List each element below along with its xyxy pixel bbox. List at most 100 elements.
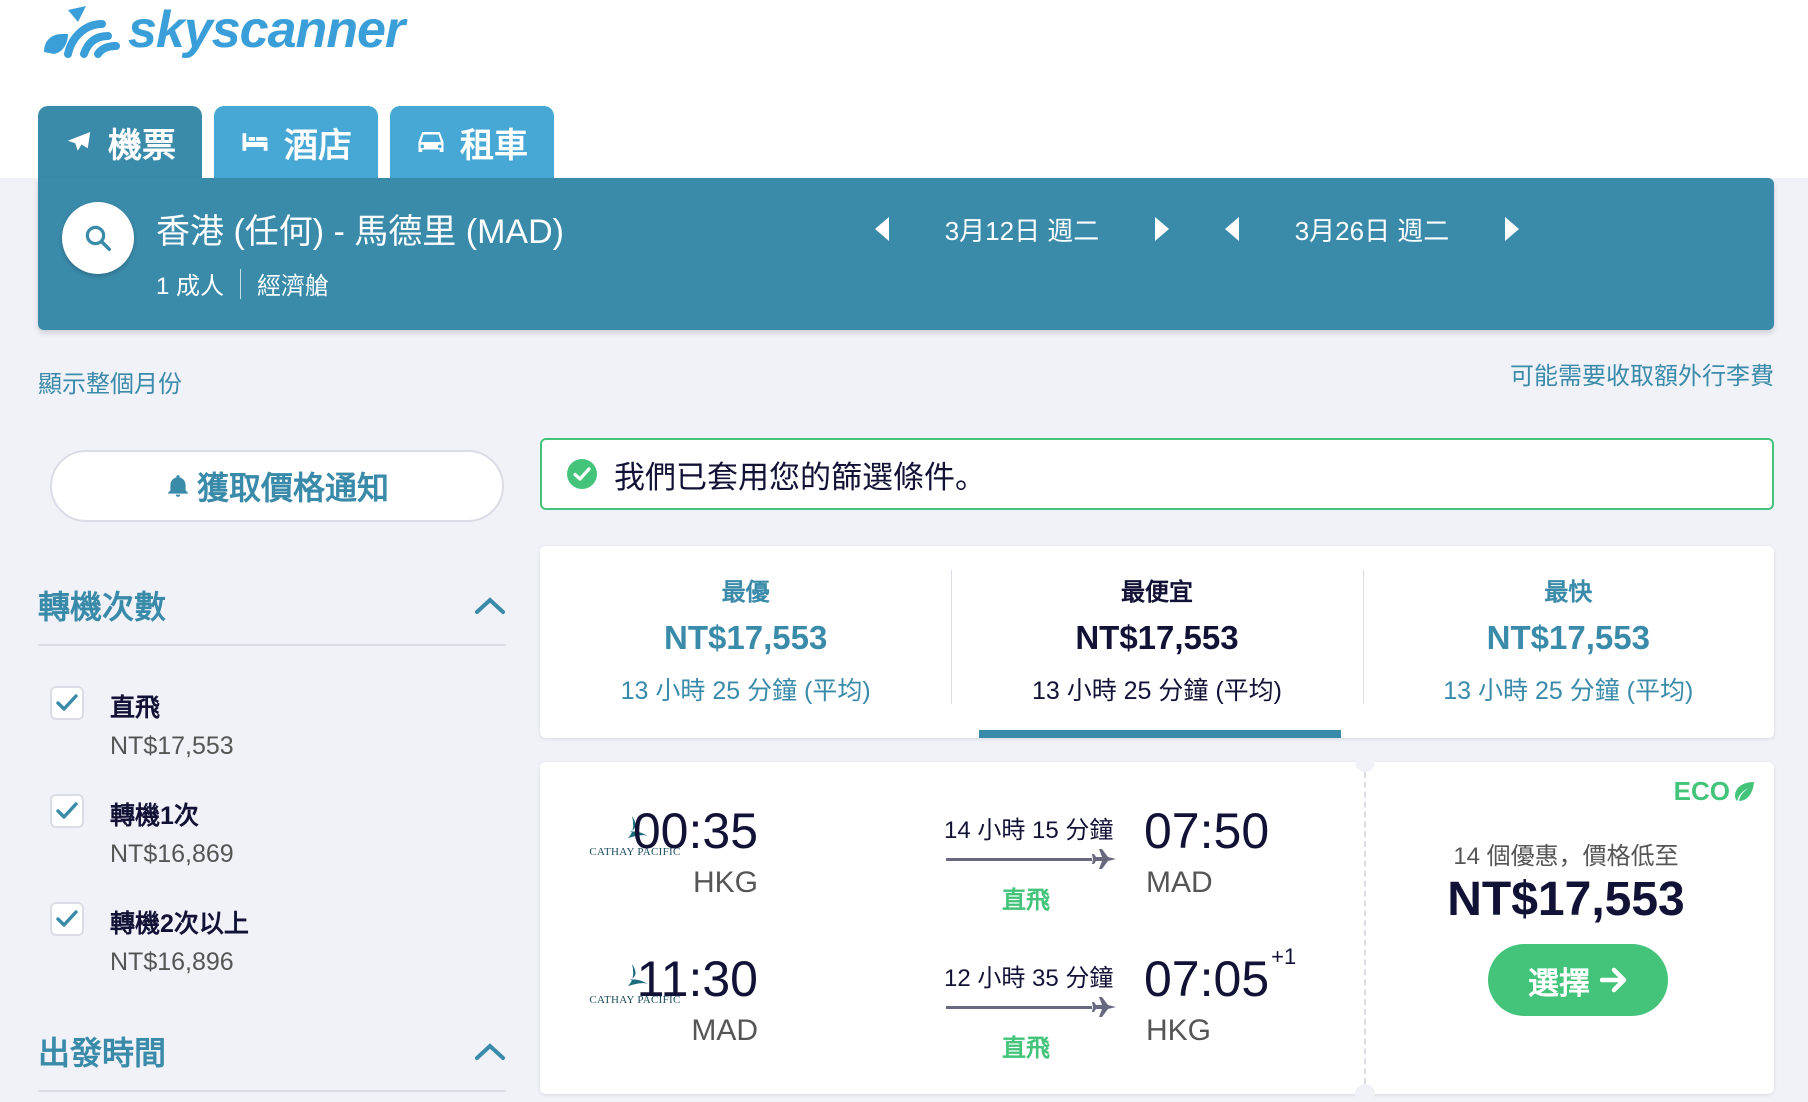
depart-time-filter-title: 出發時間 [38, 1035, 167, 1071]
sort-tab-fastest-price: NT$17,553 [1486, 619, 1650, 656]
return-date[interactable]: 3月26日 週二 [1252, 211, 1492, 248]
sort-tab-best-label: 最優 [721, 579, 770, 606]
car-icon [418, 132, 444, 152]
ticket-divider [1364, 772, 1366, 1084]
sort-tab-fastest-duration: 13 小時 25 分鐘 (平均) [1443, 677, 1694, 705]
search-icon [85, 225, 111, 251]
show-whole-month-link[interactable]: 顯示整個月份 [38, 364, 182, 399]
stops-two-plus-checkbox[interactable] [50, 902, 84, 936]
result-price: NT$17,553 [1447, 873, 1685, 926]
depart-next-button[interactable] [1142, 204, 1182, 254]
sort-tab-fastest-label: 最快 [1544, 579, 1593, 606]
outbound-leg: CATHAY PACIFIC 00:35 HKG 14 小時 15 分鐘 直飛 … [540, 762, 1364, 914]
tab-flights[interactable]: 機票 [38, 106, 202, 178]
tab-cars[interactable]: 租車 [390, 106, 554, 178]
caret-left-icon [1225, 217, 1239, 241]
flight-duration: 14 小時 15 分鐘 [944, 817, 1114, 844]
tab-cars-label: 租車 [460, 126, 528, 165]
stops-two-plus-label: 轉機2次以上 [110, 910, 249, 938]
arrival-airport: MAD [1146, 866, 1213, 899]
stops-filter-header[interactable]: 轉機次數 [38, 566, 506, 646]
arrival-time-value: 07:05 [1144, 951, 1270, 1007]
stops-direct-price: NT$17,553 [110, 732, 234, 760]
flight-duration: 12 小時 35 分鐘 [944, 965, 1114, 992]
stops-one-price: NT$16,869 [110, 840, 234, 868]
arrival-time-value: 07:50 [1144, 803, 1270, 859]
depart-date-picker: 3月12日 週二 [862, 204, 1182, 254]
return-prev-button[interactable] [1212, 204, 1252, 254]
checkmark-icon [56, 694, 78, 711]
route-text[interactable]: 香港 (任何) - 馬德里 (MAD) [156, 204, 564, 253]
return-leg: CATHAY PACIFIC 11:30 MAD 12 小時 35 分鐘 直飛 … [540, 910, 1364, 1062]
checkmark-icon [56, 802, 78, 819]
stops-one-label: 轉機1次 [110, 802, 199, 830]
departure-time: 11:30 [636, 951, 758, 1007]
depart-date[interactable]: 3月12日 週二 [902, 211, 1142, 248]
return-next-button[interactable] [1492, 204, 1532, 254]
product-tabs: 機票 酒店 租車 [38, 106, 554, 178]
passenger-count: 1 成人 [156, 273, 225, 300]
eco-badge[interactable]: ECO [1674, 776, 1756, 807]
sort-tab-cheapest[interactable]: 最便宜 NT$17,553 13 小時 25 分鐘 (平均) [951, 546, 1362, 738]
stops-label: 直飛 [1002, 1035, 1050, 1062]
top-header: skyscanner 機票 酒店 租車 [0, 0, 1808, 178]
bell-icon [168, 475, 188, 497]
route-line [946, 858, 1092, 861]
check-circle-icon [567, 459, 597, 489]
arrival-time: 07:50 [1144, 802, 1271, 860]
chevron-up-icon [475, 1043, 505, 1060]
day-offset: +1 [1271, 944, 1297, 969]
sort-tab-fastest[interactable]: 最快 NT$17,553 13 小時 25 分鐘 (平均) [1362, 546, 1774, 738]
flight-result-card[interactable]: CATHAY PACIFIC 00:35 HKG 14 小時 15 分鐘 直飛 … [540, 752, 1774, 1102]
price-alert-button[interactable]: 獲取價格通知 [50, 450, 504, 522]
sort-tab-best-duration: 13 小時 25 分鐘 (平均) [620, 677, 871, 705]
chevron-up-icon [475, 597, 505, 614]
depart-prev-button[interactable] [862, 204, 902, 254]
ticket-notch-bottom [1355, 1084, 1375, 1102]
select-button[interactable]: 選擇 [1488, 944, 1668, 1016]
eco-label: ECO [1673, 776, 1730, 806]
departure-airport: HKG [692, 866, 758, 899]
search-summary-bar: 香港 (任何) - 馬德里 (MAD) 1 成人 經濟艙 3月12日 週二 3月… [38, 178, 1774, 330]
stops-filter-title: 轉機次數 [38, 589, 167, 625]
stops-one-checkbox[interactable] [50, 794, 84, 828]
passenger-cabin-info[interactable]: 1 成人 經濟艙 [156, 266, 329, 301]
sort-tabs: 最優 NT$17,553 13 小時 25 分鐘 (平均) 最便宜 NT$17,… [540, 546, 1774, 738]
filter-applied-text: 我們已套用您的篩選條件。 [614, 459, 986, 495]
stops-two-plus-price: NT$16,896 [110, 948, 234, 976]
price-alert-label: 獲取價格通知 [196, 470, 389, 506]
departure-time: 00:35 [632, 803, 758, 859]
tab-hotels-label: 酒店 [284, 126, 352, 165]
tab-hotels[interactable]: 酒店 [214, 106, 378, 178]
bed-icon [242, 133, 268, 151]
skyscanner-logo[interactable]: skyscanner [38, 0, 405, 60]
depart-time-filter-header[interactable]: 出發時間 [38, 1012, 506, 1092]
price-panel: ECO 14 個優惠，價格低至 NT$17,553 選擇 [1376, 762, 1774, 1094]
filter-applied-banner: 我們已套用您的篩選條件。 [540, 438, 1774, 510]
select-label: 選擇 [1528, 965, 1590, 1001]
caret-right-icon [1155, 217, 1169, 241]
baggage-fee-link[interactable]: 可能需要收取額外行李費 [1510, 356, 1774, 391]
route-line [946, 1006, 1092, 1009]
return-date-picker: 3月26日 週二 [1212, 204, 1532, 254]
sort-tab-best[interactable]: 最優 NT$17,553 13 小時 25 分鐘 (平均) [540, 546, 951, 738]
plane-icon [1092, 849, 1116, 869]
caret-right-icon [1505, 217, 1519, 241]
arrival-time: 07:05+1 [1144, 944, 1296, 1008]
sort-tab-cheapest-label: 最便宜 [1120, 579, 1193, 606]
departure-airport: MAD [691, 1014, 758, 1047]
tab-flights-label: 機票 [108, 126, 176, 165]
pax-divider [240, 268, 242, 299]
sort-tab-cheapest-duration: 13 小時 25 分鐘 (平均) [1031, 677, 1283, 705]
deals-count: 14 個優惠，價格低至 [1453, 843, 1679, 870]
plane-icon [1092, 997, 1116, 1017]
search-button[interactable] [62, 202, 134, 274]
arrival-airport: HKG [1146, 1014, 1212, 1047]
sort-tab-cheapest-price: NT$17,553 [1075, 619, 1239, 656]
sort-tab-best-price: NT$17,553 [664, 619, 828, 656]
brand-name: skyscanner [128, 1, 405, 59]
checkmark-icon [56, 910, 78, 927]
caret-left-icon [875, 217, 889, 241]
stops-direct-checkbox[interactable] [50, 686, 84, 720]
arrow-right-icon [1600, 967, 1627, 993]
